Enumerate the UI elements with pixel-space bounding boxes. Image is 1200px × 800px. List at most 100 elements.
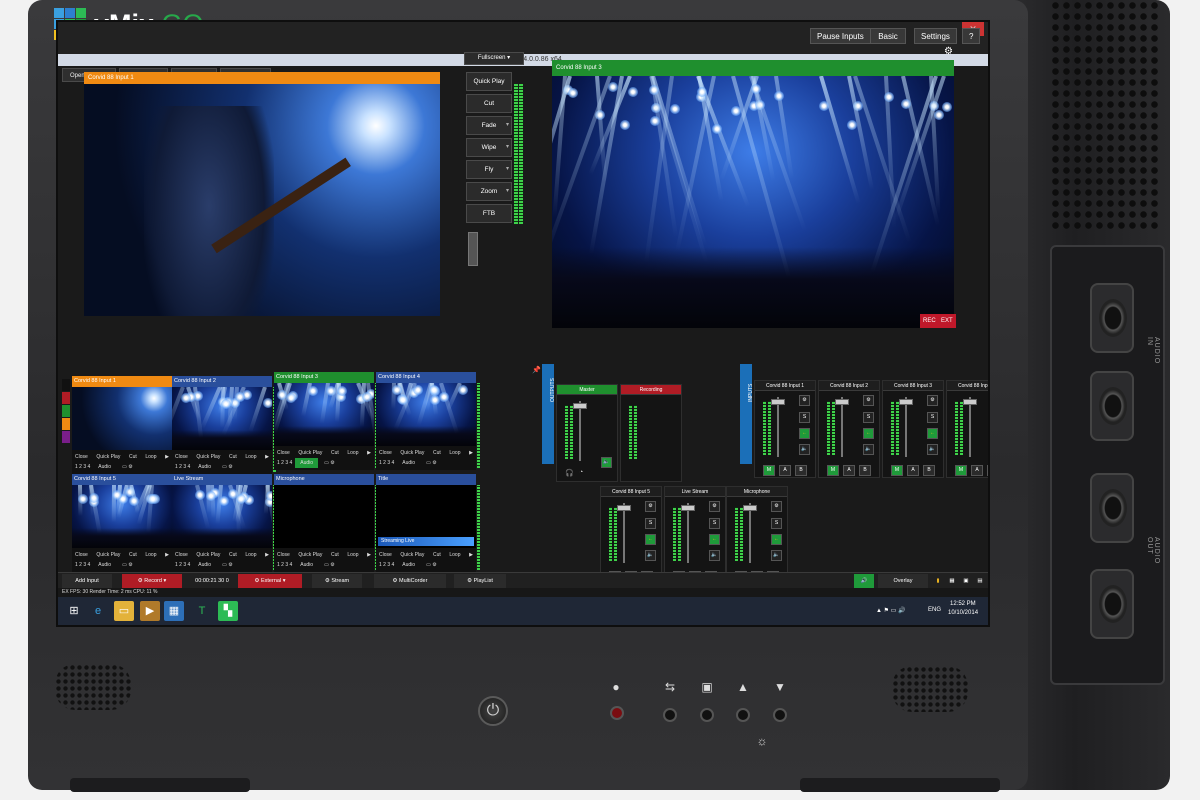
- input-cut-button[interactable]: Cut: [129, 550, 137, 560]
- volume-fader[interactable]: [963, 399, 977, 405]
- input-settings-gear-icon[interactable]: ▭ ⚙: [222, 464, 233, 470]
- input-cut-button[interactable]: Cut: [331, 448, 339, 458]
- play-icon[interactable]: ▶: [165, 550, 169, 560]
- route-arrow-icon[interactable]: ←: [927, 428, 938, 439]
- play-icon[interactable]: ▶: [265, 550, 269, 560]
- bus-a-button[interactable]: A: [843, 465, 855, 476]
- fade-button[interactable]: Fade ▾: [466, 116, 512, 135]
- input-close-button[interactable]: Close: [379, 448, 392, 458]
- solo-button[interactable]: S: [771, 518, 782, 529]
- input-settings-gear-icon[interactable]: ▭ ⚙: [426, 562, 437, 568]
- pause-inputs-button[interactable]: Pause Inputs: [810, 28, 871, 44]
- volume-fader[interactable]: [899, 399, 913, 405]
- play-icon[interactable]: ▶: [165, 452, 169, 462]
- input-audio-button[interactable]: Audio: [295, 458, 319, 468]
- file-explorer-icon[interactable]: ▭: [114, 601, 134, 621]
- tray-icons[interactable]: ▲ ⚑ ▭ 🔊: [876, 607, 905, 614]
- input-audio-button[interactable]: Audio: [397, 458, 420, 468]
- input-card[interactable]: Corvid 88 Input 3 Close Quick Play Cut Loop ▶…: [274, 372, 374, 470]
- input-quick-play-button[interactable]: Quick Play: [400, 448, 424, 458]
- input-close-button[interactable]: Close: [75, 452, 88, 462]
- down-button[interactable]: [773, 708, 787, 722]
- cut-button[interactable]: Cut: [466, 94, 512, 113]
- bus-b-button[interactable]: B: [923, 465, 935, 476]
- input-audio-button[interactable]: Audio: [93, 462, 116, 472]
- multicorder-button[interactable]: ⚙ MultiCorder: [374, 574, 446, 588]
- input-thumbnail[interactable]: [72, 485, 172, 548]
- input-card[interactable]: Corvid 88 Input 1 Close Quick Play Cut Loop ▶…: [72, 376, 172, 474]
- solo-button[interactable]: S: [709, 518, 720, 529]
- input-settings-gear-icon[interactable]: ▭ ⚙: [122, 562, 133, 568]
- input-settings-gear-icon[interactable]: ▭ ⚙: [324, 562, 335, 568]
- input-quick-play-button[interactable]: Quick Play: [96, 550, 120, 560]
- bus-a-button[interactable]: A: [971, 465, 983, 476]
- task-app-icon[interactable]: T: [192, 601, 212, 621]
- play-icon[interactable]: ▶: [367, 448, 371, 458]
- quick-play-button[interactable]: Quick Play: [466, 72, 512, 91]
- solo-button[interactable]: S: [927, 412, 938, 423]
- input-cut-button[interactable]: Cut: [331, 550, 339, 560]
- input-audio-button[interactable]: Audio: [397, 560, 420, 570]
- mute-button[interactable]: M: [955, 465, 967, 476]
- input-thumbnail[interactable]: [172, 387, 272, 450]
- input-thumbnail[interactable]: [274, 485, 374, 548]
- input-loop-button[interactable]: Loop: [245, 452, 256, 462]
- help-button[interactable]: ?: [962, 28, 981, 44]
- overlay-channel-buttons[interactable]: 1 2 3 4: [379, 562, 394, 568]
- bus-b-button[interactable]: B: [795, 465, 807, 476]
- power-button[interactable]: ⏻: [478, 696, 508, 726]
- channel-settings-gear-icon[interactable]: ⚙: [799, 395, 810, 406]
- t-bar-slider[interactable]: [468, 232, 478, 266]
- overlay-channel-buttons[interactable]: 1 2 3 4: [75, 464, 90, 470]
- bus-a-button[interactable]: A: [779, 465, 791, 476]
- input-quick-play-button[interactable]: Quick Play: [400, 550, 424, 560]
- gain-knob-icon[interactable]: ◔: [579, 469, 583, 476]
- input-close-button[interactable]: Close: [75, 550, 88, 560]
- menu-button[interactable]: [700, 708, 714, 722]
- input-thumbnail[interactable]: [72, 387, 172, 450]
- channel-settings-gear-icon[interactable]: ⚙: [709, 501, 720, 512]
- input-audio-button[interactable]: Audio: [193, 462, 216, 472]
- input-source-button[interactable]: [663, 708, 677, 722]
- overlay-button[interactable]: Overlay: [878, 574, 928, 588]
- input-cut-button[interactable]: Cut: [129, 452, 137, 462]
- input-close-button[interactable]: Close: [175, 550, 188, 560]
- ext-indicator[interactable]: EXT: [938, 314, 956, 328]
- mute-button[interactable]: M: [827, 465, 839, 476]
- playlist-button[interactable]: ⚙ PlayList: [454, 574, 506, 588]
- clock-date[interactable]: 10/10/2014: [948, 610, 978, 616]
- input-card[interactable]: Microphone Close Quick Play Cut Loop ▶ 1 2 3 4…: [274, 474, 374, 572]
- output-settings-gear-icon[interactable]: ⚙: [944, 46, 953, 57]
- input-quick-play-button[interactable]: Quick Play: [298, 448, 322, 458]
- input-cut-button[interactable]: Cut: [433, 550, 441, 560]
- bar-chart-icon[interactable]: ▮: [932, 574, 944, 588]
- input-cut-button[interactable]: Cut: [433, 448, 441, 458]
- input-quick-play-button[interactable]: Quick Play: [196, 452, 220, 462]
- play-icon[interactable]: ▶: [265, 452, 269, 462]
- mute-button[interactable]: M: [891, 465, 903, 476]
- volume-icon[interactable]: 🔈: [927, 444, 938, 455]
- master-volume-icon[interactable]: 🔈: [601, 457, 612, 468]
- input-loop-button[interactable]: Loop: [245, 550, 256, 560]
- input-card[interactable]: Title Streaming Live Close Quick Play Cut Loo…: [376, 474, 476, 572]
- fullscreen-button[interactable]: Fullscreen ▾: [464, 52, 524, 65]
- input-close-button[interactable]: Close: [277, 448, 290, 458]
- media-player-icon[interactable]: ▶: [140, 601, 160, 621]
- input-thumbnail[interactable]: [274, 383, 374, 446]
- input-settings-gear-icon[interactable]: ▭ ⚙: [324, 460, 335, 466]
- input-close-button[interactable]: Close: [175, 452, 188, 462]
- solo-button[interactable]: S: [799, 412, 810, 423]
- input-settings-gear-icon[interactable]: ▭ ⚙: [222, 562, 233, 568]
- bus-b-button[interactable]: B: [987, 465, 988, 476]
- input-settings-gear-icon[interactable]: ▭ ⚙: [122, 464, 133, 470]
- task-app-2-icon[interactable]: ▚: [218, 601, 238, 621]
- lock-icon[interactable]: ▤: [974, 574, 986, 588]
- route-arrow-icon[interactable]: ←: [645, 534, 656, 545]
- bus-a-button[interactable]: A: [907, 465, 919, 476]
- up-button[interactable]: [736, 708, 750, 722]
- settings-button[interactable]: Settings: [914, 28, 957, 44]
- fly-button[interactable]: Fly ▾: [466, 160, 512, 179]
- wipe-button[interactable]: Wipe ▾: [466, 138, 512, 157]
- volume-icon[interactable]: 🔈: [709, 550, 720, 561]
- input-quick-play-button[interactable]: Quick Play: [298, 550, 322, 560]
